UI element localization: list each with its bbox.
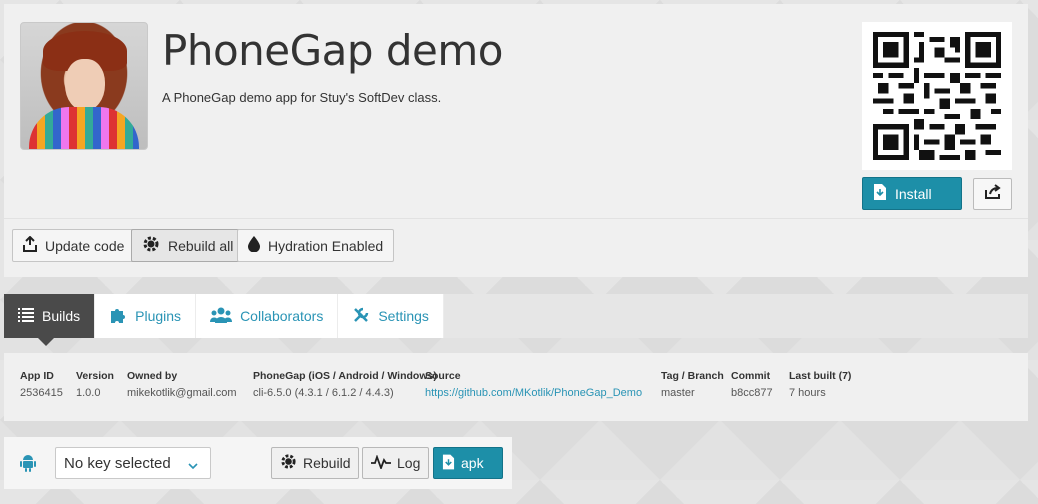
tab-collaborators[interactable]: Collaborators [196,294,339,338]
download-file-icon [442,454,455,473]
log-label: Log [397,455,421,471]
rebuild-button[interactable]: Rebuild [271,447,360,479]
log-button[interactable]: Log [362,447,430,479]
app-title: PhoneGap demo [162,26,504,75]
signing-key-value: No key selected [64,454,171,472]
tab-settings-label: Settings [378,308,429,324]
tab-builds[interactable]: Builds [4,294,96,346]
update-code-label: Update code [45,237,125,254]
upload-icon [23,235,37,255]
app-icon [20,22,148,150]
tab-collaborators-label: Collaborators [240,308,324,324]
puzzle-icon [109,306,127,327]
share-button[interactable] [973,178,1012,210]
app-header: PhoneGap demo A PhoneGap demo app for St… [4,4,1028,218]
list-icon [18,307,34,325]
gear-icon [142,235,160,256]
activity-icon [371,453,391,472]
phonegap-column: PhoneGap (iOS / Android / Windows) cli-6… [253,370,437,399]
android-icon [20,454,36,477]
drop-icon [248,236,260,255]
tab-plugins[interactable]: Plugins [95,294,197,338]
tab-builds-label: Builds [42,308,81,324]
last-built-column: Last built (7) 7 hours [789,370,852,399]
actions-bar: Update code Rebuild all Hydration Enable… [4,218,1028,277]
tab-bar: Builds Plugins Collaborators Settings [4,294,1028,346]
wrench-icon [352,306,370,327]
version-column: Version 1.0.0 [76,370,114,399]
people-icon [210,307,233,326]
chevron-down-icon [188,457,198,474]
signing-key-select[interactable]: No key selected [55,447,211,479]
rebuild-label: Rebuild [303,455,351,471]
gear-icon [280,453,297,473]
rebuild-all-label: Rebuild all [168,237,234,254]
qr-code [862,22,1012,170]
build-info: App ID 2536415 Version 1.0.0 Owned by mi… [4,353,1028,421]
app-description: A PhoneGap demo app for Stuy's SoftDev c… [162,90,442,105]
app-id-column: App ID 2536415 [20,370,63,399]
commit-column: Commit b8cc877 [731,370,773,399]
tab-settings[interactable]: Settings [338,294,444,338]
owner-column: Owned by mikekotlik@gmail.com [127,370,237,399]
hydration-button[interactable]: Hydration Enabled [237,229,395,262]
download-apk-button[interactable]: apk [433,447,503,479]
update-code-button[interactable]: Update code [12,229,136,262]
hydration-label: Hydration Enabled [268,237,384,254]
tab-plugins-label: Plugins [135,308,182,324]
android-build-row: No key selected Rebuild Log apk [4,437,512,489]
install-label: Install [895,185,932,202]
install-button[interactable]: Install [862,177,962,210]
share-icon [984,183,1002,205]
download-apk-label: apk [461,455,484,471]
source-link[interactable]: https://github.com/MKotlik/PhoneGap_Demo [425,387,642,399]
download-file-icon [873,184,887,203]
tag-column: Tag / Branch master [661,370,724,399]
source-column: Source https://github.com/MKotlik/PhoneG… [425,370,643,399]
rebuild-all-button[interactable]: Rebuild all [131,229,245,262]
